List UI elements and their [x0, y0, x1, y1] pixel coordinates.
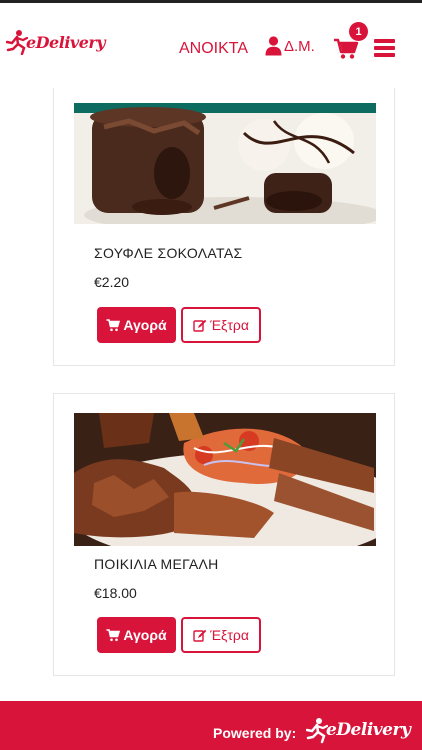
brand-logo[interactable]: eDelivery	[6, 29, 106, 55]
footer-brand-logo[interactable]: eDelivery	[306, 716, 411, 744]
account-label: Δ.Μ.	[284, 37, 315, 55]
store-status: ΑΝΟΙΚΤΑ	[179, 40, 249, 57]
footer-brand-name: eDelivery	[326, 720, 411, 740]
cart-icon	[106, 318, 121, 331]
product-price: €18.00	[94, 585, 137, 601]
extras-button[interactable]: Έξτρα	[181, 307, 261, 343]
menu-icon[interactable]	[374, 39, 395, 57]
buy-button[interactable]: Αγορά	[97, 307, 176, 343]
runner-logo-icon	[306, 718, 328, 744]
footer: Powered by: eDelivery	[0, 701, 422, 750]
account-link[interactable]: Δ.Μ.	[265, 36, 315, 56]
product-name: ΣΟΥΦΛΕ ΣΟΚΟΛΑΤΑΣ	[94, 245, 243, 261]
extras-button[interactable]: Έξτρα	[181, 617, 261, 653]
buy-label: Αγορά	[123, 627, 167, 643]
extras-label: Έξτρα	[210, 317, 249, 333]
runner-logo-icon	[6, 30, 28, 55]
brand-name: eDelivery	[26, 32, 106, 52]
buy-button[interactable]: Αγορά	[97, 617, 176, 653]
product-card: ΠΟΙΚΙΛΙΑ ΜΕΓΑΛΗ €18.00 Αγορά Έξτρα	[53, 393, 395, 676]
top-navbar: eDelivery ΑΝΟΙΚΤΑ Δ.Μ. 1	[0, 0, 422, 88]
product-name: ΠΟΙΚΙΛΙΑ ΜΕΓΑΛΗ	[94, 556, 219, 572]
product-image	[74, 103, 376, 224]
user-icon	[265, 36, 282, 56]
powered-by-text: Powered by:	[213, 725, 297, 741]
cart-icon[interactable]	[333, 38, 359, 60]
product-price: €2.20	[94, 274, 130, 290]
cart-count-badge: 1	[349, 22, 368, 41]
product-image	[74, 413, 376, 546]
cart-icon	[106, 628, 121, 641]
extras-label: Έξτρα	[210, 627, 249, 643]
product-card: ΣΟΥΦΛΕ ΣΟΚΟΛΑΤΑΣ €2.20 Αγορά Έξτρα	[53, 88, 395, 366]
edit-icon	[193, 319, 207, 332]
buy-label: Αγορά	[123, 317, 167, 333]
edit-icon	[193, 629, 207, 642]
